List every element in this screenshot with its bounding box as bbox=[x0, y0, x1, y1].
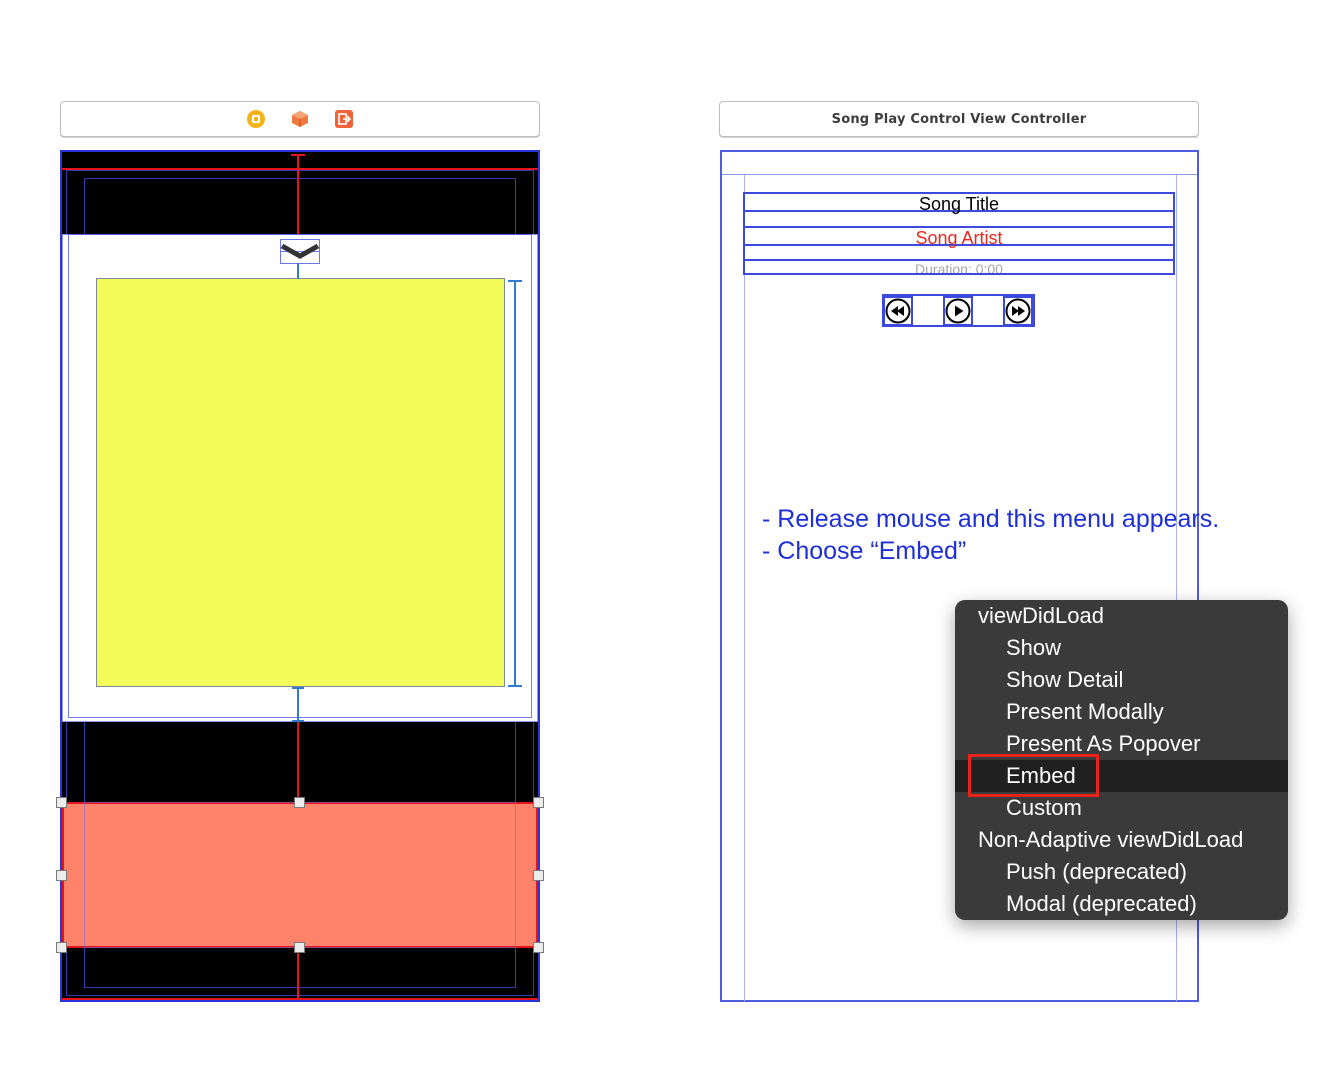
duration-text: Duration: 0:00 bbox=[915, 261, 1003, 275]
song-artist-label[interactable]: Song Artist bbox=[743, 226, 1175, 248]
right-scene-dock[interactable]: Song Play Control View Controller bbox=[719, 101, 1199, 137]
constraint-top-line bbox=[62, 168, 538, 170]
resize-handle-top-left[interactable] bbox=[56, 797, 67, 808]
constraint-middle-vertical bbox=[297, 722, 299, 802]
constraint-top-vertical-red bbox=[297, 154, 299, 234]
duration-label[interactable]: Duration: 0:00 bbox=[743, 259, 1175, 275]
resize-handle-bottom-left[interactable] bbox=[56, 942, 67, 953]
song-artist-text: Song Artist bbox=[915, 228, 1003, 248]
resize-handle-bottom-center[interactable] bbox=[294, 942, 305, 953]
left-scene-dock[interactable] bbox=[60, 101, 540, 137]
rewind-button[interactable] bbox=[883, 296, 913, 326]
scene-title: Song Play Control View Controller bbox=[831, 111, 1087, 127]
menu-item-show-detail[interactable]: Show Detail bbox=[955, 664, 1288, 696]
album-art-view[interactable] bbox=[96, 278, 505, 687]
menu-item-show[interactable]: Show bbox=[955, 632, 1288, 664]
constraint-bottom-line bbox=[62, 998, 538, 1000]
scene-object-icon[interactable] bbox=[290, 109, 310, 129]
constraint-height-cap-bottom bbox=[508, 685, 522, 687]
menu-item-present-modally[interactable]: Present Modally bbox=[955, 696, 1288, 728]
dismiss-chevron-button[interactable] bbox=[280, 239, 320, 264]
resize-handle-top-right[interactable] bbox=[533, 797, 544, 808]
constraint-top-vertical bbox=[297, 263, 299, 279]
resize-handle-top-center[interactable] bbox=[294, 797, 305, 808]
resize-handle-middle-left[interactable] bbox=[56, 870, 67, 881]
first-responder-icon[interactable] bbox=[246, 109, 266, 129]
song-title-text: Song Title bbox=[918, 194, 1000, 214]
fast-forward-icon bbox=[1005, 298, 1031, 324]
constraint-bottom-cap bbox=[292, 687, 304, 689]
menu-section-viewdidload: viewDidLoad bbox=[978, 603, 1104, 628]
constraint-bottom-vertical-red bbox=[297, 948, 299, 1000]
play-button[interactable] bbox=[943, 296, 973, 326]
resize-handle-middle-right[interactable] bbox=[533, 870, 544, 881]
resize-handle-bottom-right[interactable] bbox=[533, 942, 544, 953]
bottom-view-margin bbox=[84, 802, 516, 948]
dock-icons bbox=[61, 102, 539, 136]
menu-section-non-adaptive: Non-Adaptive viewDidLoad bbox=[978, 827, 1244, 852]
constraint-top-cap bbox=[291, 154, 305, 156]
constraint-height-cap-top bbox=[508, 280, 522, 282]
left-scene-canvas[interactable] bbox=[56, 150, 544, 1002]
play-icon bbox=[945, 298, 971, 324]
song-title-label[interactable]: Song Title bbox=[743, 192, 1175, 214]
instruction-line-1: - Release mouse and this menu appears. bbox=[762, 505, 1220, 533]
menu-item-push-deprecated[interactable]: Push (deprecated) bbox=[955, 856, 1288, 888]
rewind-icon bbox=[885, 298, 911, 324]
exit-icon[interactable] bbox=[334, 109, 354, 129]
instruction-line-2: - Choose “Embed” bbox=[762, 537, 967, 565]
fast-forward-button[interactable] bbox=[1003, 296, 1033, 326]
menu-item-modal-deprecated[interactable]: Modal (deprecated) bbox=[955, 888, 1288, 920]
embed-highlight-box bbox=[968, 754, 1099, 797]
chevron-down-icon bbox=[280, 243, 320, 259]
constraint-bottom-vertical bbox=[297, 687, 299, 722]
instructions: - Release mouse and this menu appears. -… bbox=[762, 503, 1219, 567]
constraint-height-bar bbox=[514, 280, 516, 687]
